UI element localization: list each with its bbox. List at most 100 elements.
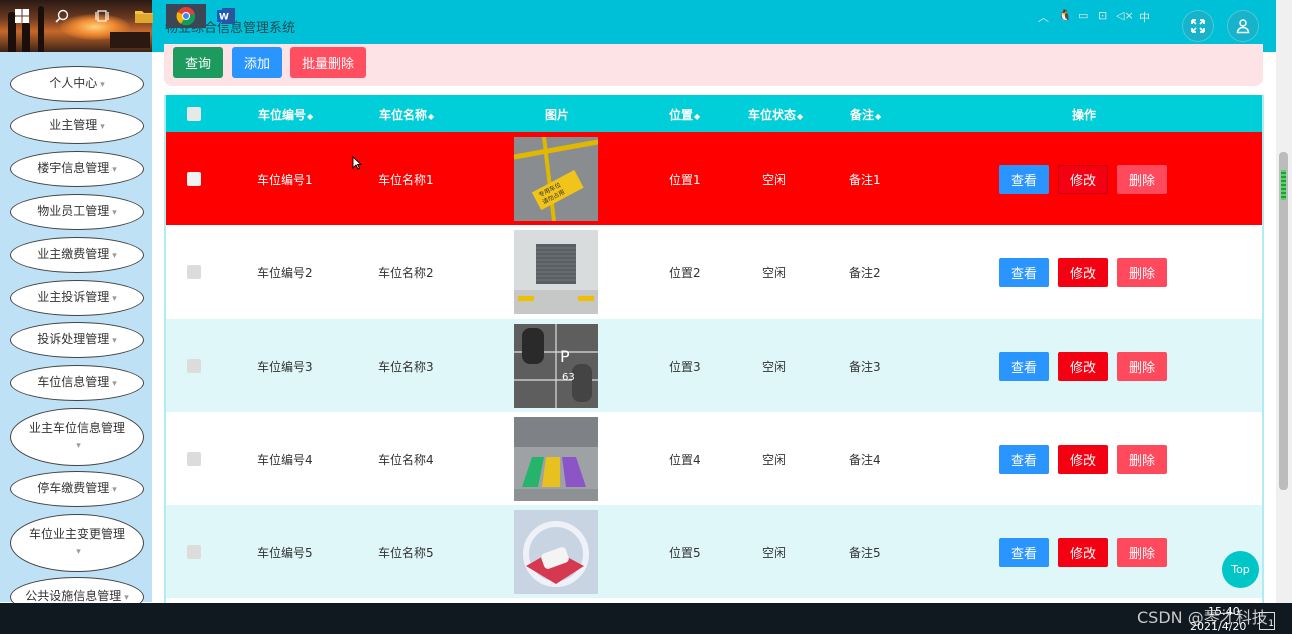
sidebar-menu-item[interactable]: 投诉处理管理 ▾ (10, 322, 144, 358)
tray-network-icon[interactable]: ⊡ (1098, 9, 1107, 22)
sort-icon: ◆ (428, 112, 435, 121)
delete-button[interactable]: 删除 (1117, 352, 1167, 381)
row-checkbox[interactable] (187, 265, 201, 279)
chevron-down-icon: ▾ (76, 547, 81, 557)
sidebar-menu-item[interactable]: 业主车位信息管理 ▾ (10, 408, 144, 466)
table-row[interactable]: 车位编号3 车位名称3 P 63 位置3 空闲 备注3 查看 修改 删除 (166, 319, 1262, 412)
user-button[interactable] (1227, 10, 1259, 42)
word-icon: W (217, 8, 235, 24)
cell-code: 车位编号3 (257, 360, 313, 374)
query-button[interactable]: 查询 (173, 47, 223, 78)
cell-position: 位置4 (669, 453, 701, 467)
tray-battery-icon[interactable]: ▭ (1078, 9, 1088, 22)
taskbar-explorer[interactable] (132, 4, 156, 28)
clock-date[interactable]: 2021/4/20 (1190, 620, 1246, 633)
sort-icon: ◆ (694, 112, 701, 121)
cell-name: 车位名称4 (378, 453, 434, 467)
cell-status: 空闲 (762, 266, 787, 280)
row-checkbox[interactable] (187, 172, 201, 186)
mouse-cursor-icon (352, 156, 362, 170)
col-header-code[interactable]: 车位编号◆ (258, 106, 313, 123)
cell-status: 空闲 (762, 453, 787, 467)
table-row[interactable]: 车位编号4 车位名称4 位置4 空闲 备注4 查看 修改 删除 (166, 412, 1262, 505)
delete-button[interactable]: 删除 (1117, 165, 1167, 194)
view-button[interactable]: 查看 (999, 165, 1049, 194)
start-button[interactable] (10, 4, 34, 28)
chevron-down-icon: ▾ (124, 593, 129, 603)
search-icon (55, 9, 69, 23)
row-checkbox[interactable] (187, 452, 201, 466)
sidebar-menu-item[interactable]: 业主投诉管理 ▾ (10, 280, 144, 316)
col-header-remark[interactable]: 备注◆ (850, 106, 881, 123)
fullscreen-button[interactable] (1182, 10, 1214, 42)
edit-button[interactable]: 修改 (1058, 445, 1108, 474)
row-checkbox[interactable] (187, 359, 201, 373)
edit-button[interactable]: 修改 (1058, 538, 1108, 567)
scrollbar-thumb[interactable] (1279, 152, 1288, 490)
task-view-icon (95, 10, 109, 22)
edit-button[interactable]: 修改 (1058, 165, 1108, 194)
tray-input-language[interactable]: 中 (1139, 9, 1150, 25)
sidebar-menu-item[interactable]: 车位信息管理 ▾ (10, 365, 144, 401)
chevron-down-icon: ▾ (112, 165, 117, 175)
table-header: 车位编号◆ 车位名称◆ 图片 位置◆ 车位状态◆ 备注◆ 操作 (166, 95, 1262, 132)
sidebar-menu-item[interactable]: 楼宇信息管理 ▾ (10, 151, 144, 187)
cell-code: 车位编号1 (257, 173, 313, 187)
view-button[interactable]: 查看 (999, 258, 1049, 287)
sidebar-menu-label: 业主投诉管理 (37, 290, 110, 304)
row-checkbox[interactable] (187, 545, 201, 559)
tray-show-hidden-icon[interactable]: ︿ (1038, 9, 1049, 25)
cell-remark: 备注5 (849, 546, 881, 560)
sidebar-menu-item[interactable]: 车位业主变更管理 ▾ (10, 514, 144, 572)
view-button[interactable]: 查看 (999, 538, 1049, 567)
sort-icon: ◆ (875, 112, 882, 121)
sidebar-menu-label: 停车缴费管理 (37, 481, 110, 495)
taskbar-search-button[interactable] (50, 4, 74, 28)
col-header-position[interactable]: 位置◆ (669, 106, 700, 123)
sidebar-menu-item[interactable]: 业主缴费管理 ▾ (10, 237, 144, 273)
cell-position: 位置1 (669, 173, 701, 187)
clock-time[interactable]: 15:40 (1208, 605, 1240, 618)
cell-code: 车位编号2 (257, 266, 313, 280)
table-row[interactable]: 车位编号2 车位名称2 位置2 空闲 备注2 查看 修改 删除 (166, 225, 1262, 318)
notification-center-button[interactable]: 1 (1259, 612, 1275, 630)
cell-position: 位置2 (669, 266, 701, 280)
back-to-top-button[interactable]: Top (1222, 551, 1259, 588)
sort-icon: ◆ (797, 112, 804, 121)
svg-text:P: P (560, 347, 570, 366)
batch-delete-button[interactable]: 批量删除 (290, 47, 366, 78)
task-view-button[interactable] (90, 4, 114, 28)
view-button[interactable]: 查看 (999, 352, 1049, 381)
table-row[interactable]: 车位编号1 车位名称1 专用车位 请勿占用 位置1 空闲 备注1 查看 修改 删除 (166, 132, 1262, 225)
table-row[interactable]: 车位编号5 车位名称5 位置5 空闲 备注5 查看 修改 删除 (166, 505, 1262, 598)
cell-name: 车位名称1 (378, 173, 434, 187)
user-icon (1236, 19, 1250, 34)
chevron-down-icon: ▾ (112, 208, 117, 218)
cell-status: 空闲 (762, 173, 787, 187)
col-header-name[interactable]: 车位名称◆ (379, 106, 434, 123)
delete-button[interactable]: 删除 (1117, 445, 1167, 474)
sidebar-menu-item[interactable]: 停车缴费管理 ▾ (10, 471, 144, 507)
edit-button[interactable]: 修改 (1058, 352, 1108, 381)
parking-space-image (514, 417, 598, 501)
windows-icon (15, 9, 29, 23)
sidebar-menu-item[interactable]: 物业员工管理 ▾ (10, 194, 144, 230)
sidebar-menu-item[interactable]: 个人中心 ▾ (10, 66, 144, 102)
taskbar-chrome[interactable] (166, 4, 206, 28)
tray-volume-icon[interactable]: ◁× (1116, 9, 1134, 22)
parking-space-image (514, 510, 598, 594)
view-button[interactable]: 查看 (999, 445, 1049, 474)
taskbar-word[interactable]: W (214, 4, 238, 28)
delete-button[interactable]: 删除 (1117, 258, 1167, 287)
col-header-status[interactable]: 车位状态◆ (748, 106, 803, 123)
sort-icon: ◆ (307, 112, 314, 121)
cell-code: 车位编号5 (257, 546, 313, 560)
tray-qq-icon[interactable]: 🐧 (1058, 9, 1072, 22)
add-button[interactable]: 添加 (232, 47, 282, 78)
parking-space-image (514, 230, 598, 314)
sidebar-menu-item[interactable]: 业主管理 ▾ (10, 108, 144, 144)
select-all-checkbox[interactable] (187, 107, 201, 121)
parking-space-image: P 63 (514, 324, 598, 408)
delete-button[interactable]: 删除 (1117, 538, 1167, 567)
edit-button[interactable]: 修改 (1058, 258, 1108, 287)
